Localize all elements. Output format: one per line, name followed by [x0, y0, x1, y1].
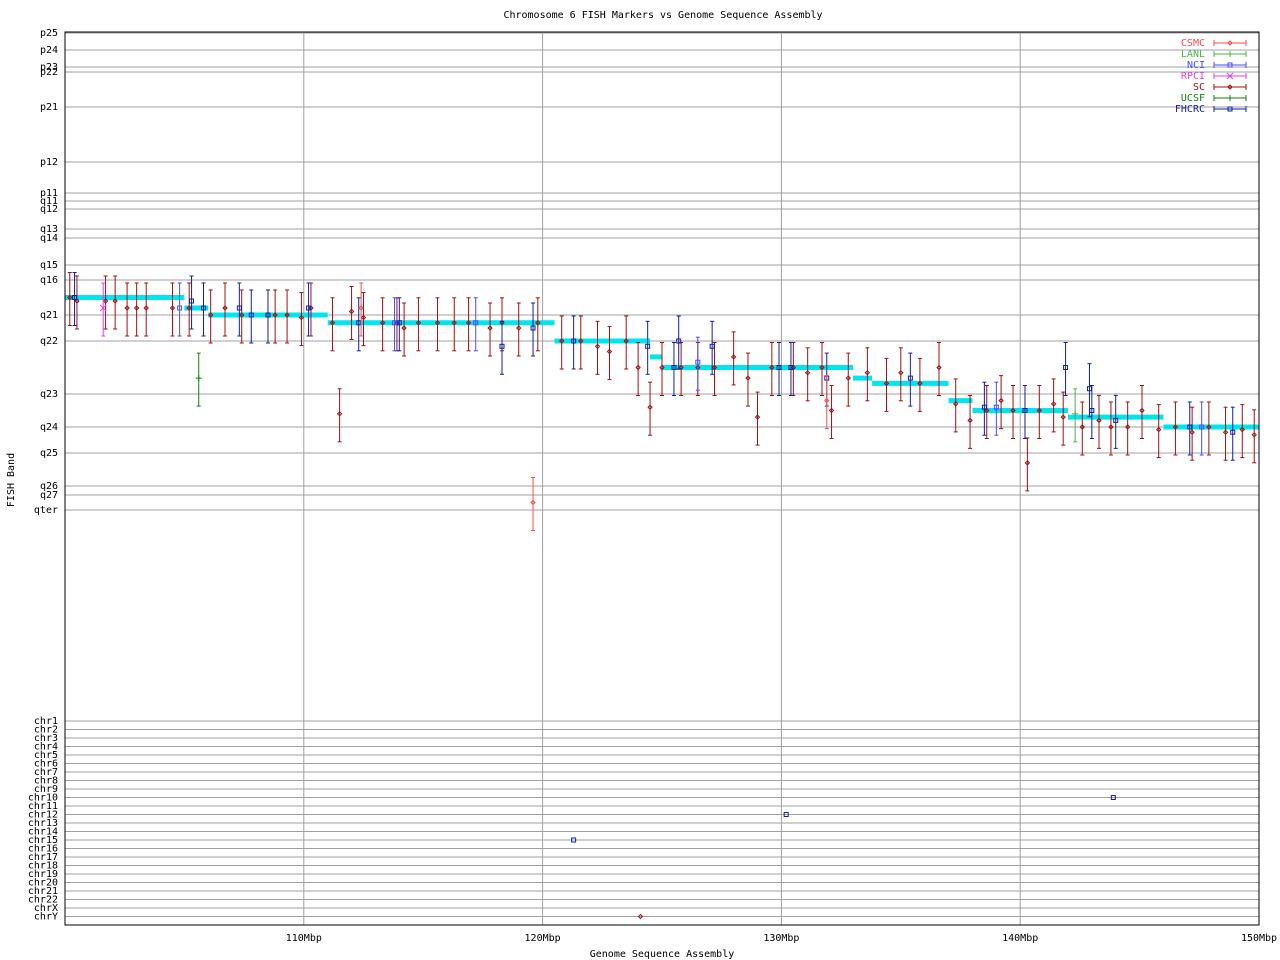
x-axis-label: Genome Sequence Assembly: [590, 949, 735, 960]
legend-label-FHCRC: FHCRC: [1175, 104, 1205, 115]
legend-label-RPCI: RPCI: [1181, 71, 1205, 82]
band-label-p24: p24: [40, 45, 58, 56]
series-SC: [67, 272, 1257, 920]
x-tick-150Mbp: 150Mbp: [1241, 933, 1277, 944]
point-UCSF-0: [195, 375, 202, 382]
band-label-q16: q16: [40, 275, 58, 286]
x-tick-120Mbp: 120Mbp: [525, 933, 561, 944]
legend-label-LANL: LANL: [1181, 49, 1205, 60]
band-label-p25: p25: [40, 28, 58, 39]
band-label-q14: q14: [40, 233, 58, 244]
chromosome-tick-labels: chr1chr2chr3chr4chr5chr6chr7chr8chr9chr1…: [28, 716, 58, 923]
legend-label-SC: SC: [1193, 82, 1205, 93]
legend-label-NCI: NCI: [1187, 60, 1205, 71]
chart-svg: Chromosome 6 FISH Markers vs Genome Sequ…: [6, 10, 1277, 960]
band-label-p22: p22: [40, 67, 58, 78]
band-label-q21: q21: [40, 310, 58, 321]
legend-label-CSMC: CSMC: [1181, 38, 1205, 49]
legend-marker-LANL: [1227, 51, 1233, 57]
band-label-q27: q27: [40, 490, 58, 501]
band-label-p21: p21: [40, 102, 58, 113]
series-CSMC: [358, 282, 830, 531]
chart-title: Chromosome 6 FISH Markers vs Genome Sequ…: [503, 10, 822, 21]
band-label-q12: q12: [40, 204, 58, 215]
band-tick-labels: p25p24p23p22p21p12p11q11q12q13q14q15q16q…: [34, 28, 58, 516]
x-tick-130Mbp: 130Mbp: [763, 933, 799, 944]
band-label-p12: p12: [40, 157, 58, 168]
band-label-qter: qter: [34, 505, 58, 516]
band-label-q22: q22: [40, 336, 58, 347]
y-axis-label: FISH Band: [6, 453, 17, 507]
legend-marker-UCSF: [1227, 95, 1233, 101]
band-label-q23: q23: [40, 389, 58, 400]
x-tick-labels: 110Mbp 120Mbp 130Mbp 140Mbp 150Mbp: [286, 933, 1277, 944]
chr-label-chrY: chrY: [34, 912, 58, 923]
x-tick-110Mbp: 110Mbp: [286, 933, 322, 944]
grid-lines: [65, 32, 1260, 925]
band-label-q25: q25: [40, 448, 58, 459]
legend-label-UCSF: UCSF: [1181, 93, 1205, 104]
data-points: [67, 272, 1257, 920]
series-UCSF: [195, 352, 202, 407]
x-tick-140Mbp: 140Mbp: [1002, 933, 1038, 944]
plot-frame: [64, 31, 1260, 926]
band-label-q15: q15: [40, 260, 58, 271]
band-label-q24: q24: [40, 422, 58, 433]
